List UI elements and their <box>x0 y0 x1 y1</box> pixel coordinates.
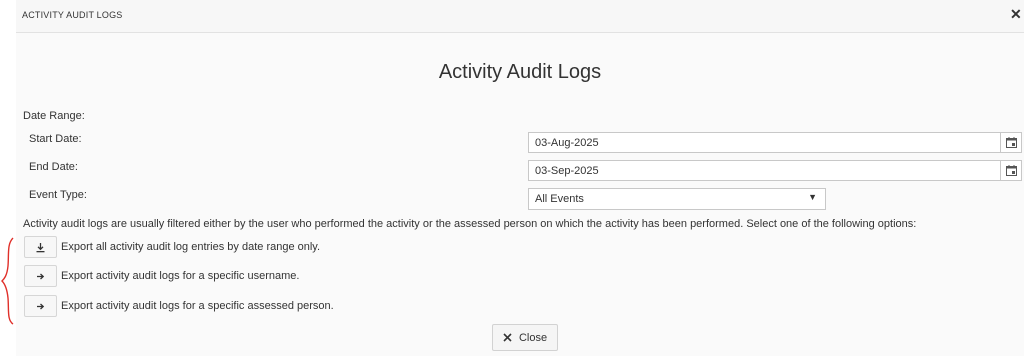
option-label-username: Export activity audit logs for a specifi… <box>61 270 300 282</box>
page-title: Activity Audit Logs <box>438 61 602 83</box>
close-button-label: Close <box>518 331 548 344</box>
calendar-icon[interactable] <box>1000 161 1021 180</box>
close-icon <box>503 333 512 342</box>
dialog-titlebar: ACTIVITY AUDIT LOGS ✕ <box>16 0 1024 33</box>
export-by-date-range-button[interactable] <box>24 236 57 258</box>
calendar-icon[interactable] <box>1000 133 1021 152</box>
export-by-assessed-person-button[interactable] <box>24 295 57 317</box>
start-date-field[interactable]: 03-Aug-2025 <box>528 132 1022 153</box>
start-date-value: 03-Aug-2025 <box>535 137 599 149</box>
chevron-down-icon: ▼ <box>808 192 817 202</box>
event-type-select[interactable]: All Events ▼ <box>528 188 826 210</box>
option-label-date-range: Export all activity audit log entries by… <box>61 241 321 253</box>
date-range-label: Date Range: <box>23 110 85 122</box>
end-date-label: End Date: <box>29 161 78 173</box>
option-label-assessed-person: Export activity audit logs for a specifi… <box>61 300 334 312</box>
arrow-right-icon <box>37 303 45 309</box>
annotation-brace <box>1 237 14 325</box>
event-type-label: Event Type: <box>29 189 87 201</box>
end-date-field[interactable]: 03-Sep-2025 <box>528 160 1022 181</box>
download-icon <box>36 242 45 252</box>
dialog-title: ACTIVITY AUDIT LOGS <box>22 10 123 20</box>
close-icon[interactable]: ✕ <box>1010 6 1024 22</box>
start-date-label: Start Date: <box>29 133 82 145</box>
end-date-value: 03-Sep-2025 <box>535 165 599 177</box>
event-type-value: All Events <box>535 193 584 205</box>
filter-note: Activity audit logs are usually filtered… <box>23 218 917 230</box>
activity-audit-logs-dialog: ACTIVITY AUDIT LOGS ✕ Activity Audit Log… <box>16 0 1024 356</box>
arrow-right-icon <box>37 273 45 279</box>
close-button[interactable]: Close <box>492 324 558 351</box>
export-by-username-button[interactable] <box>24 265 57 287</box>
